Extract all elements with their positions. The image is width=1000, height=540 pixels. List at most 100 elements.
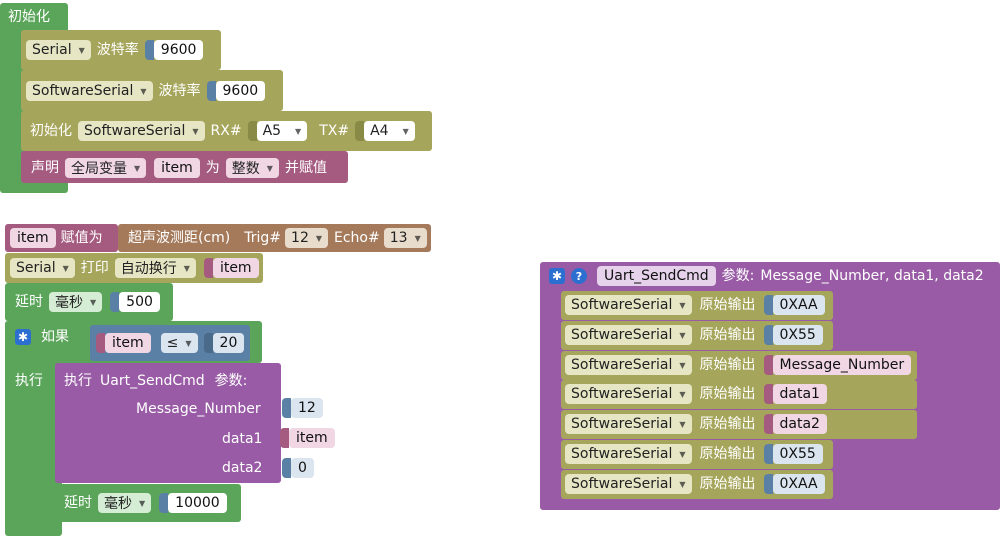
serial-port-dropdown[interactable]: SoftwareSerial ▼ (565, 474, 692, 494)
scope-dropdown[interactable]: 全局变量 ▼ (65, 158, 147, 178)
arg1-value-field[interactable]: 12 (291, 398, 323, 418)
chevron-down-icon: ▼ (192, 126, 199, 136)
function-name-field[interactable]: Uart_SendCmd (597, 266, 716, 286)
chevron-down-icon: ▼ (315, 233, 323, 243)
serial-port-dropdown[interactable]: SoftwareSerial ▼ (565, 414, 692, 434)
number-socket (203, 333, 213, 353)
arg3-label: data2 (222, 460, 263, 476)
arg3-value-field[interactable]: 0 (291, 458, 314, 478)
raw-output-value-field[interactable]: 0X55 (772, 444, 823, 464)
chevron-down-icon: ▼ (679, 300, 686, 310)
tx-pin-dropdown[interactable]: A4 ▼ (364, 121, 415, 141)
number-socket (282, 458, 291, 478)
echo-pin-dropdown[interactable]: 13 ▼ (383, 228, 427, 248)
print-label: 打印 (80, 260, 109, 276)
chevron-down-icon: ▼ (266, 163, 273, 173)
trig-pin-dropdown[interactable]: 12 ▼ (285, 228, 329, 248)
serial-port-dropdown[interactable]: SoftwareSerial ▼ (565, 384, 692, 404)
rx-pin-value: A5 (262, 123, 282, 139)
value-socket (280, 428, 289, 448)
serial-port-dropdown[interactable]: SoftwareSerial ▼ (565, 444, 692, 464)
number-socket (282, 398, 291, 418)
delay2-value-field[interactable]: 10000 (168, 493, 227, 513)
raw-output-value-field[interactable]: data2 (772, 414, 827, 434)
gear-icon[interactable]: ✱ (15, 329, 31, 345)
chevron-down-icon: ▼ (183, 263, 190, 273)
value-socket (763, 384, 773, 404)
value-socket (763, 414, 773, 434)
print-serial-dropdown[interactable]: Serial ▼ (10, 258, 75, 278)
serial-port-label: SoftwareSerial (571, 386, 673, 402)
raw-output-value-field[interactable]: Message_Number (772, 355, 912, 375)
item-var-field[interactable]: item (10, 228, 56, 248)
value-socket (203, 258, 213, 278)
number-socket (159, 493, 169, 513)
help-icon[interactable]: ? (571, 268, 587, 284)
number-socket (763, 295, 773, 315)
raw-output-value-field[interactable]: 0XAA (772, 474, 825, 494)
baud-label: 波特率 (158, 83, 201, 99)
delay2-unit-dropdown[interactable]: 毫秒 ▼ (98, 493, 152, 513)
arg2-value-field[interactable]: item (289, 428, 335, 448)
setup-header: 初始化 (8, 6, 50, 28)
setup-title: 初始化 (8, 9, 50, 25)
chevron-down-icon: ▼ (140, 86, 147, 96)
raw-output-value-field[interactable]: 0XAA (772, 295, 825, 315)
number-socket (110, 292, 120, 312)
function-params-label: 参数: (721, 268, 755, 284)
softserial-baud-field[interactable]: 9600 (215, 81, 266, 101)
softserial-port-dropdown[interactable]: SoftwareSerial ▼ (26, 81, 153, 101)
delay-unit-dropdown[interactable]: 毫秒 ▼ (49, 292, 103, 312)
serial-port-dropdown[interactable]: Serial ▼ (26, 40, 91, 60)
raw-output-row: SoftwareSerial ▼ 原始输出 0X55 (565, 325, 823, 345)
value-socket (96, 333, 105, 353)
gear-icon[interactable]: ✱ (549, 268, 565, 284)
assign-label: 并赋值 (284, 160, 327, 176)
raw-output-row: SoftwareSerial ▼ 原始输出 0XAA (565, 295, 825, 315)
rx-pin-dropdown[interactable]: A5 ▼ (256, 121, 308, 141)
serial-port-label: Serial (32, 42, 72, 58)
chevron-down-icon: ▼ (402, 126, 409, 136)
chevron-down-icon: ▼ (679, 330, 686, 340)
compare-op-dropdown[interactable]: ≤ ▼ (160, 333, 198, 353)
serial-port-dropdown[interactable]: SoftwareSerial ▼ (565, 325, 692, 345)
serial-port-label: SoftwareSerial (571, 357, 673, 373)
compare-value-field[interactable]: 20 (212, 333, 245, 353)
number-socket (206, 81, 216, 101)
chevron-down-icon: ▼ (78, 45, 85, 55)
newline-dropdown[interactable]: 自动换行 ▼ (114, 258, 196, 278)
value-socket (763, 355, 773, 375)
raw-output-label: 原始输出 (699, 446, 756, 462)
pin-socket (247, 121, 257, 141)
chevron-down-icon: ▼ (62, 263, 69, 273)
delay-label: 延时 (15, 294, 43, 310)
print-var-field[interactable]: item (212, 258, 259, 278)
raw-output-row: SoftwareSerial ▼ 原始输出 data2 (565, 414, 827, 434)
serial-port-label: SoftwareSerial (571, 327, 673, 343)
raw-output-row: SoftwareSerial ▼ 原始输出 Message_Number (565, 355, 912, 375)
baud-label: 波特率 (96, 42, 139, 58)
ultrasonic-label: 超声波测距(cm) (128, 230, 231, 246)
raw-output-label: 原始输出 (699, 297, 756, 313)
type-dropdown[interactable]: 整数 ▼ (225, 158, 279, 178)
delay2-unit-label: 毫秒 (104, 496, 132, 512)
serial-baud-field[interactable]: 9600 (153, 40, 204, 60)
raw-output-value-field[interactable]: 0X55 (772, 325, 823, 345)
serial-port-dropdown[interactable]: SoftwareSerial ▼ (565, 295, 692, 315)
compare-var-field[interactable]: item (105, 333, 151, 353)
as-label: 为 (205, 160, 220, 176)
raw-output-label: 原始输出 (699, 416, 756, 432)
declare-label: 声明 (31, 160, 59, 176)
init-port-dropdown[interactable]: SoftwareSerial ▼ (78, 121, 205, 141)
number-socket (763, 444, 773, 464)
delay-value-field[interactable]: 500 (119, 292, 160, 312)
number-socket (763, 325, 773, 345)
serial-port-dropdown[interactable]: SoftwareSerial ▼ (565, 355, 692, 375)
raw-output-value-field[interactable]: data1 (772, 384, 827, 404)
chevron-down-icon: ▼ (679, 360, 686, 370)
type-label: 整数 (231, 161, 260, 177)
variable-name-field[interactable]: item (154, 158, 200, 178)
serial-port-label: SoftwareSerial (571, 297, 673, 313)
tx-label: TX# (319, 123, 350, 139)
call-function-name: Uart_SendCmd (100, 373, 205, 389)
